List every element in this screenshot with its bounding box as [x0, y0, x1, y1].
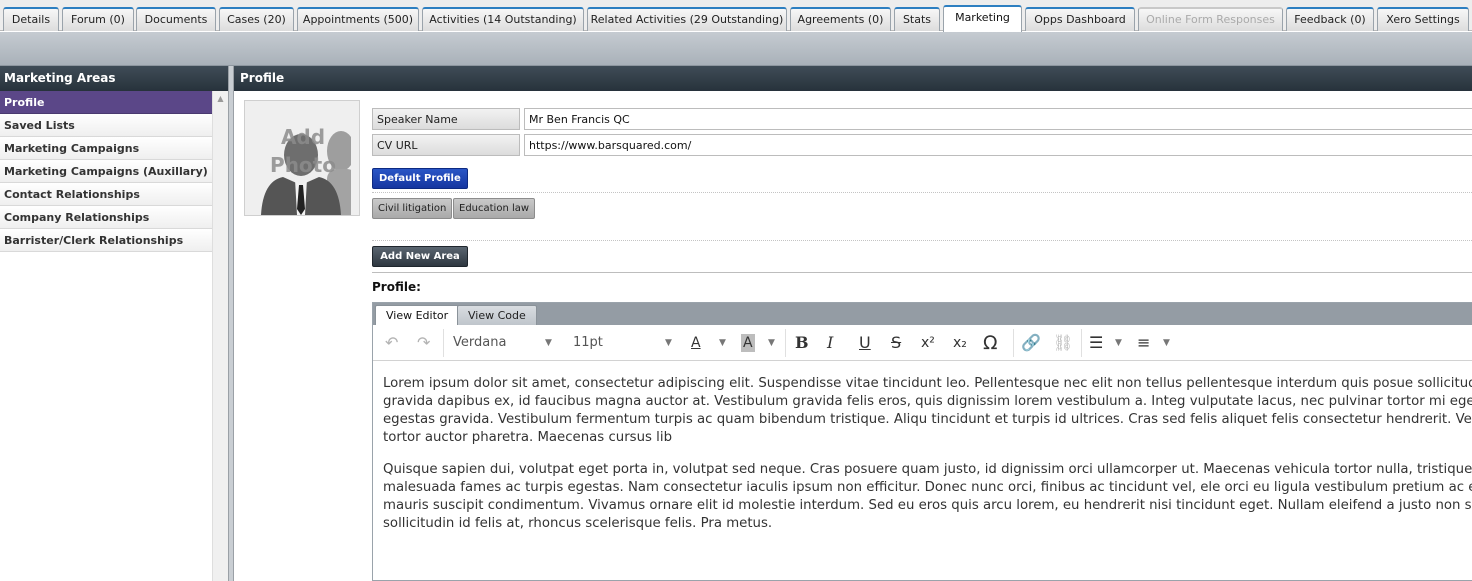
chevron-down-icon[interactable]: ▼: [719, 333, 726, 353]
profile-editor-label: Profile:: [372, 280, 421, 294]
tab-online-form-responses[interactable]: Online Form Responses: [1138, 7, 1283, 31]
highlight-color-icon[interactable]: A: [741, 334, 755, 352]
numbered-list-icon[interactable]: ≡: [1137, 333, 1150, 353]
text-color-icon[interactable]: A: [691, 333, 701, 353]
tab-related-activities[interactable]: Related Activities (29 Outstanding): [587, 7, 787, 31]
bullet-list-icon[interactable]: ☰: [1089, 333, 1103, 353]
sidebar-item-marketing-campaigns[interactable]: Marketing Campaigns: [0, 137, 212, 160]
tab-documents[interactable]: Documents: [136, 7, 216, 31]
font-size-select[interactable]: 11pt: [573, 333, 603, 353]
tab-stats[interactable]: Stats: [894, 7, 940, 31]
bold-icon[interactable]: B: [795, 333, 809, 353]
tab-opps-dashboard[interactable]: Opps Dashboard: [1025, 7, 1135, 31]
cv-url-input[interactable]: https://www.barsquared.com/: [524, 134, 1472, 156]
profile-panel: Profile Add Photo Speaker Name Mr Ben Fr…: [234, 66, 1472, 581]
chevron-down-icon[interactable]: ▼: [545, 333, 552, 353]
tab-details[interactable]: Details: [3, 7, 59, 31]
speaker-name-label: Speaker Name: [372, 108, 520, 130]
italic-icon[interactable]: I: [827, 333, 833, 353]
divider-solid: [372, 272, 1472, 273]
redo-icon[interactable]: ↷: [417, 333, 430, 353]
superscript-icon[interactable]: x²: [921, 333, 935, 353]
toolbar-separator: [785, 329, 786, 357]
toolbar-separator: [1081, 329, 1082, 357]
sidebar-item-contact-relationships[interactable]: Contact Relationships: [0, 183, 212, 206]
sidebar-item-company-relationships[interactable]: Company Relationships: [0, 206, 212, 229]
editor-toolbar: ↶ ↷ Verdana ▼ 11pt ▼ A ▼ A ▼ B I U S x² …: [373, 325, 1472, 361]
sidebar-item-barrister-clerk-relationships[interactable]: Barrister/Clerk Relationships: [0, 229, 212, 252]
area-tag-education-law[interactable]: Education law: [453, 198, 536, 219]
profile-panel-title: Profile: [234, 66, 1472, 91]
divider-dotted: [372, 192, 1472, 193]
marketing-areas-panel: Marketing Areas Profile Saved Lists Mark…: [0, 66, 229, 581]
rich-text-editor: View Editor View Code ↶ ↷ Verdana ▼ 11pt…: [372, 302, 1472, 581]
tab-feedback[interactable]: Feedback (0): [1286, 7, 1374, 31]
tab-view-editor[interactable]: View Editor: [375, 305, 460, 325]
profile-photo[interactable]: Add Photo: [244, 100, 360, 216]
font-family-select[interactable]: Verdana: [453, 333, 506, 353]
unlink-icon[interactable]: ⛓: [1053, 333, 1073, 353]
chevron-down-icon[interactable]: ▼: [665, 333, 672, 353]
editor-paragraph: Lorem ipsum dolor sit amet, consectetur …: [383, 376, 1472, 445]
divider-dotted: [372, 240, 1472, 241]
undo-icon[interactable]: ↶: [385, 333, 398, 353]
chevron-down-icon[interactable]: ▼: [1163, 333, 1170, 353]
sidebar-item-profile[interactable]: Profile: [0, 91, 212, 114]
tab-view-code[interactable]: View Code: [457, 305, 537, 325]
link-icon[interactable]: 🔗: [1021, 333, 1041, 353]
tab-forum[interactable]: Forum (0): [62, 7, 134, 31]
speaker-name-input[interactable]: Mr Ben Francis QC: [524, 108, 1472, 130]
tab-agreements[interactable]: Agreements (0): [790, 7, 891, 31]
omega-icon[interactable]: Ω: [983, 333, 998, 353]
editor-content-area[interactable]: Lorem ipsum dolor sit amet, consectetur …: [373, 361, 1472, 547]
underline-icon[interactable]: U: [859, 333, 871, 353]
tab-xero-settings[interactable]: Xero Settings: [1377, 7, 1469, 31]
cv-url-label: CV URL: [372, 134, 520, 156]
add-photo-label: Add Photo: [270, 125, 336, 177]
marketing-areas-title: Marketing Areas: [0, 66, 228, 91]
sidebar-item-saved-lists[interactable]: Saved Lists: [0, 114, 212, 137]
subscript-icon[interactable]: x₂: [953, 333, 967, 353]
editor-tab-bar: View Editor View Code: [373, 303, 1472, 325]
default-profile-button[interactable]: Default Profile: [372, 168, 468, 189]
area-tag-civil-litigation[interactable]: Civil litigation: [372, 198, 453, 219]
tab-cases[interactable]: Cases (20): [219, 7, 294, 31]
main-tab-bar: Details Forum (0) Documents Cases (20) A…: [0, 0, 1472, 32]
sidebar-scrollbar[interactable]: ▲: [212, 91, 228, 581]
scroll-up-arrow-icon[interactable]: ▲: [213, 94, 228, 103]
chevron-down-icon[interactable]: ▼: [1115, 333, 1122, 353]
tab-marketing[interactable]: Marketing: [943, 5, 1022, 32]
add-new-area-button[interactable]: Add New Area: [372, 246, 468, 267]
toolbar-separator: [1013, 329, 1014, 357]
tab-appointments[interactable]: Appointments (500): [297, 7, 419, 31]
strikethrough-icon[interactable]: S: [891, 333, 901, 353]
toolbar-separator: [443, 329, 444, 357]
tab-activities[interactable]: Activities (14 Outstanding): [422, 7, 584, 31]
chevron-down-icon[interactable]: ▼: [768, 333, 775, 353]
toolbar-strip: [0, 32, 1472, 66]
sidebar-item-marketing-campaigns-auxillary[interactable]: Marketing Campaigns (Auxillary): [0, 160, 212, 183]
editor-paragraph: Quisque sapien dui, volutpat eget porta …: [383, 462, 1472, 531]
